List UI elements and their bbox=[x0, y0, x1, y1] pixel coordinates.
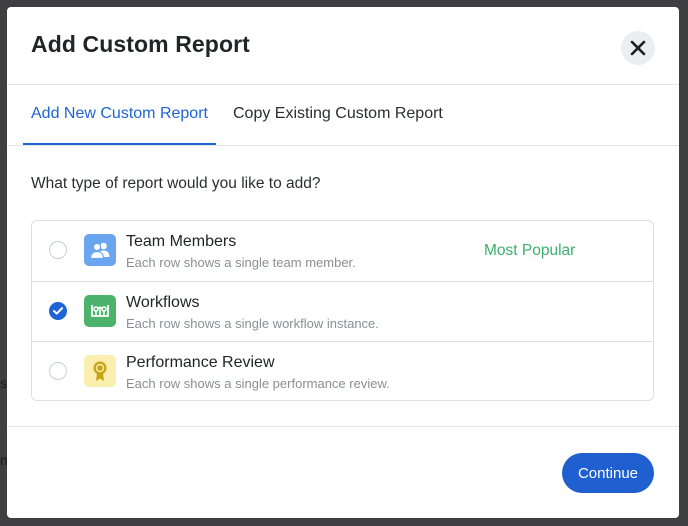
team-members-icon bbox=[84, 234, 116, 266]
option-workflows[interactable]: Workflows Each row shows a single workfl… bbox=[32, 281, 653, 342]
award-ribbon-icon bbox=[84, 355, 116, 387]
report-tabs: Add New Custom Report Copy Existing Cust… bbox=[7, 85, 679, 146]
report-type-question: What type of report would you like to ad… bbox=[31, 175, 321, 192]
performance-review-radio[interactable] bbox=[49, 362, 67, 380]
add-custom-report-dialog: Add Custom Report Add New Custom Report … bbox=[7, 7, 679, 518]
close-button[interactable] bbox=[621, 31, 655, 65]
option-description: Each row shows a single team member. bbox=[126, 255, 356, 270]
option-performance-review[interactable]: Performance Review Each row shows a sing… bbox=[32, 341, 653, 402]
dialog-footer-divider bbox=[7, 426, 679, 427]
option-description: Each row shows a single performance revi… bbox=[126, 376, 390, 391]
tab-copy-existing-custom-report[interactable]: Copy Existing Custom Report bbox=[233, 85, 443, 145]
dialog-title: Add Custom Report bbox=[31, 31, 250, 57]
option-title: Performance Review bbox=[126, 354, 275, 371]
backdrop-text-fragment: s bbox=[0, 375, 7, 391]
report-type-options: Team Members Each row shows a single tea… bbox=[31, 220, 654, 401]
option-description: Each row shows a single workflow instanc… bbox=[126, 316, 379, 331]
dialog-header: Add Custom Report bbox=[7, 7, 679, 85]
workflow-icon bbox=[84, 295, 116, 327]
option-team-members[interactable]: Team Members Each row shows a single tea… bbox=[32, 221, 653, 281]
tab-add-new-custom-report[interactable]: Add New Custom Report bbox=[23, 85, 216, 145]
option-title: Workflows bbox=[126, 294, 200, 311]
option-title: Team Members bbox=[126, 233, 237, 250]
team-members-radio[interactable] bbox=[49, 241, 67, 259]
close-icon bbox=[630, 40, 646, 56]
most-popular-badge: Most Popular bbox=[484, 242, 576, 259]
continue-button[interactable]: Continue bbox=[562, 453, 654, 493]
workflows-radio[interactable] bbox=[49, 302, 67, 320]
checkmark-icon bbox=[53, 307, 63, 315]
